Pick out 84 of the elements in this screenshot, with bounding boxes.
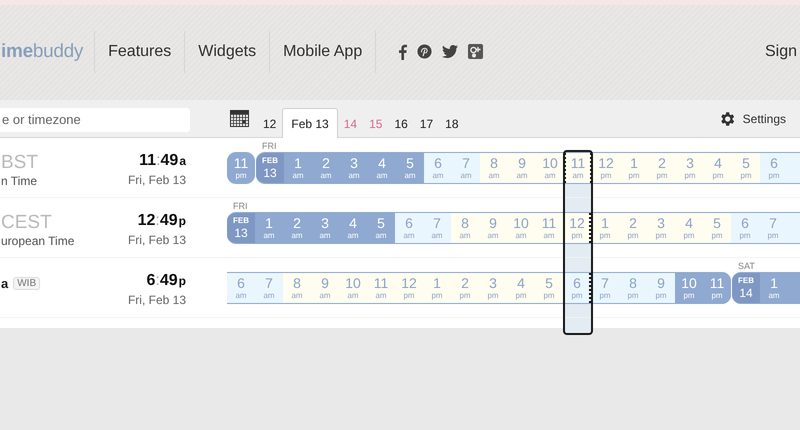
hour-cell[interactable]: 4 pm	[507, 273, 535, 303]
weekday-label: SAT	[738, 261, 755, 271]
hour-cell[interactable]: 11 am	[564, 153, 592, 183]
timezone-abbreviation: CEST	[1, 212, 52, 234]
hour-cell[interactable]: 1 pm	[620, 153, 648, 183]
hour-cell[interactable]: 7 pm	[591, 273, 619, 303]
date-tab[interactable]: 12	[257, 108, 282, 138]
hour-cell[interactable]: 12 pm	[563, 213, 591, 243]
weekday-label: FRI	[233, 201, 248, 211]
hour-cell[interactable]: 2 pm	[451, 273, 479, 303]
date-cell[interactable]: FEB 13	[256, 153, 284, 183]
hour-cell[interactable]: 2 pm	[648, 153, 676, 183]
date-tab[interactable]: Feb 13	[282, 108, 338, 138]
hour-cell[interactable]: 3 am	[340, 153, 368, 183]
hour-cell[interactable]: 10 am	[536, 153, 564, 183]
timezone-name: n Time	[1, 174, 38, 188]
hour-cell[interactable]: 5 pm	[703, 213, 731, 243]
hour-cell[interactable]: 9 am	[479, 213, 507, 243]
hour-cell[interactable]: 2 am	[312, 153, 340, 183]
timezone-abbreviation: BST	[1, 152, 38, 174]
date-tab[interactable]: 14	[338, 108, 364, 138]
hour-cell[interactable]: 2 pm	[619, 213, 647, 243]
timezone-abbreviation: a	[1, 276, 8, 290]
nav-link[interactable]: Widgets	[185, 42, 270, 60]
nav-link[interactable]: Mobile App	[270, 42, 376, 60]
date-tab[interactable]: 15	[363, 108, 388, 138]
hour-cell[interactable]: 5 am	[367, 213, 395, 243]
hour-cell[interactable]: 4 am	[339, 213, 367, 243]
local-date: Fri, Feb 13	[128, 293, 186, 307]
hour-cell[interactable]: 10 am	[339, 273, 367, 303]
nav-link[interactable]: Features	[95, 42, 184, 60]
hour-cell[interactable]: 5 pm	[732, 153, 760, 183]
hour-cell[interactable]: 4 pm	[675, 213, 703, 243]
hour-cell[interactable]: 4 pm	[704, 153, 732, 183]
local-time: 6:49 p	[146, 272, 186, 291]
date-cell[interactable]: FEB 14	[732, 273, 760, 303]
hour-cell[interactable]: 12 pm	[395, 273, 423, 303]
local-time: 12:49 p	[138, 212, 186, 231]
hour-cell[interactable]: 6 am	[227, 273, 255, 303]
pinterest-icon[interactable]	[417, 44, 432, 59]
hour-cell[interactable]: 3 pm	[479, 273, 507, 303]
date-tab[interactable]: 17	[414, 108, 440, 138]
logo[interactable]: imebuddy	[0, 40, 94, 62]
hour-cell[interactable]: 3 pm	[647, 213, 675, 243]
hour-cell[interactable]: 11 am	[367, 273, 395, 303]
hour-cell[interactable]: 5 am	[396, 153, 424, 183]
date-cell[interactable]: FEB 13	[227, 213, 255, 243]
hour-cell[interactable]: 3 am	[311, 213, 339, 243]
timezone-badge: WIB	[13, 276, 40, 290]
hour-cell[interactable]: 6 pm	[563, 273, 591, 303]
hour-cell[interactable]: 8 am	[451, 213, 479, 243]
local-date: Fri, Feb 13	[128, 233, 186, 247]
date-tab[interactable]: 18	[439, 108, 465, 138]
hour-cell[interactable]: 11 am	[535, 213, 563, 243]
hour-cell[interactable]: 8 am	[283, 273, 311, 303]
hour-cell[interactable]: 12 pm	[592, 153, 620, 183]
hour-cell[interactable]: 9 pm	[647, 273, 675, 303]
settings-button[interactable]: Settings	[718, 110, 786, 128]
hour-cell[interactable]: 4 am	[368, 153, 396, 183]
hour-cell[interactable]: 9 am	[508, 153, 536, 183]
hour-cell[interactable]: 5 pm	[535, 273, 563, 303]
bird-icon[interactable]	[442, 45, 458, 58]
facebook-icon[interactable]	[398, 44, 408, 60]
calendar-icon[interactable]	[230, 110, 249, 127]
hour-cell[interactable]: 3 pm	[676, 153, 704, 183]
hour-cell[interactable]: 11 pm	[227, 153, 255, 183]
hour-cell[interactable]: 10 am	[507, 213, 535, 243]
hour-cell[interactable]: 1 am	[255, 213, 283, 243]
hour-cell[interactable]: 8 am	[480, 153, 508, 183]
date-tab[interactable]: 16	[388, 108, 414, 138]
local-time: 11:49a	[139, 152, 186, 171]
hour-cell[interactable]: 1 am	[284, 153, 312, 183]
search-field[interactable]: e or timezone	[0, 108, 190, 132]
hour-cell[interactable]: 1 pm	[591, 213, 619, 243]
timezone-name: uropean Time	[1, 234, 76, 248]
hour-cell[interactable]: 2 am	[283, 213, 311, 243]
local-date: Fri, Feb 13	[128, 173, 186, 187]
google-plus-icon[interactable]	[468, 44, 484, 59]
hour-cell[interactable]: 8 pm	[619, 273, 647, 303]
hour-cell[interactable]: 9 am	[311, 273, 339, 303]
hour-cell[interactable]: 7 am	[255, 273, 283, 303]
hour-cell[interactable]: 1 pm	[423, 273, 451, 303]
weekday-label: FRI	[262, 141, 276, 151]
sign-in-link[interactable]: Sign	[764, 42, 797, 60]
